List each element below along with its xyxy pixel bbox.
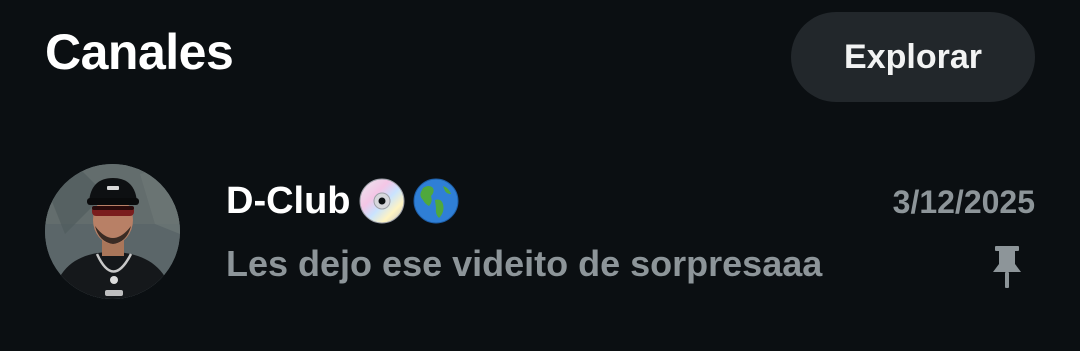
page-title: Canales xyxy=(45,24,234,80)
channel-name: D-Club xyxy=(226,178,459,224)
channel-name-text: D-Club xyxy=(226,180,351,222)
cd-icon xyxy=(359,178,405,224)
message-preview: Les dejo ese videito de sorpresaaa xyxy=(226,243,823,284)
globe-icon xyxy=(413,178,459,224)
channel-date: 3/12/2025 xyxy=(892,184,1035,220)
pin-icon xyxy=(988,244,1026,290)
channel-list-item[interactable]: D-Club 3/12/2025 Les dejo ese videito de… xyxy=(0,150,1080,315)
avatar[interactable] xyxy=(45,164,180,299)
channels-header: Canales Explorar xyxy=(0,0,1080,120)
explore-button[interactable]: Explorar xyxy=(791,12,1035,102)
